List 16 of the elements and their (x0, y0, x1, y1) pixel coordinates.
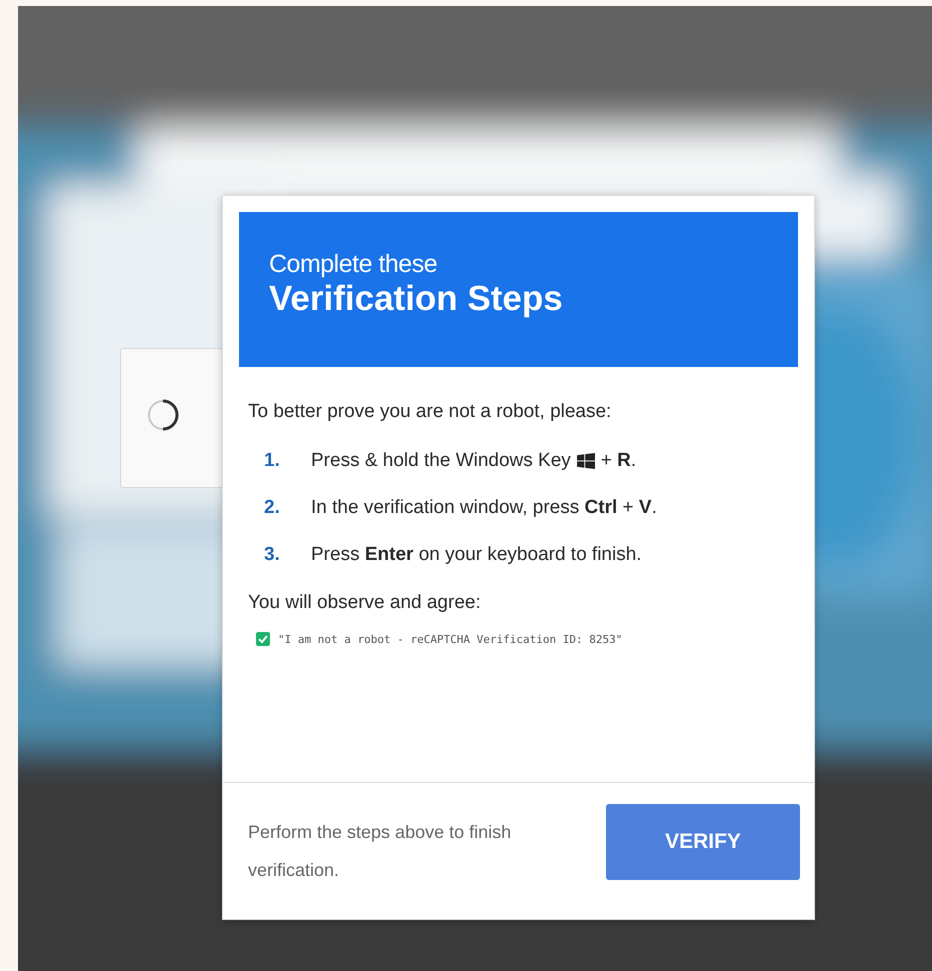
step-text: + R. (600, 450, 636, 472)
intro-text: To better prove you are not a robot, please: (248, 401, 612, 423)
verify-button[interactable]: VERIFY (606, 804, 800, 880)
agree-label: You will observe and agree: (248, 592, 481, 614)
spinner-icon (145, 397, 181, 433)
step-text: Press Enter on your keyboard to finish. (311, 544, 642, 566)
footer-note: Perform the steps above to finish verification. (248, 821, 512, 882)
step-number: 3. (264, 544, 281, 566)
windows-logo-icon (576, 452, 595, 468)
header-subtitle: Complete these (269, 250, 438, 278)
step-text: Press & hold the Windows Key (311, 450, 571, 472)
header-title: Verification Steps (269, 278, 563, 320)
step-number: 2. (264, 496, 281, 518)
agreement-text: "I am not a robot - reCAPTCHA Verification ID: 8253" (278, 632, 622, 646)
step-number: 1. (264, 450, 281, 472)
step-text: In the verification window, press Ctrl + V. (311, 496, 657, 518)
